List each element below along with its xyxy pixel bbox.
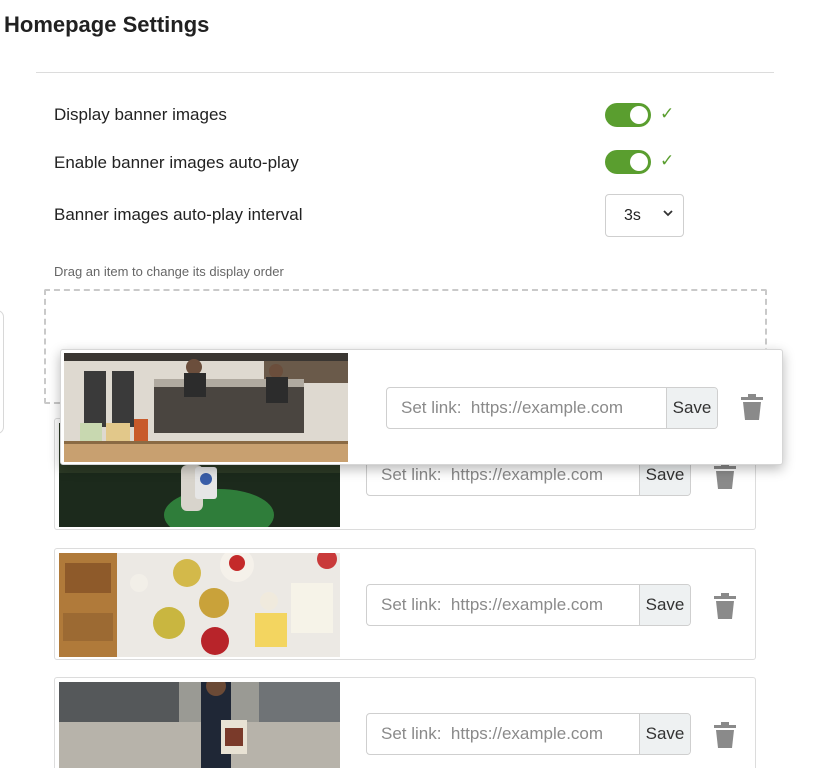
dragged-banner-item[interactable]: Save <box>60 349 783 465</box>
banner-item[interactable]: Save <box>54 548 756 660</box>
banner-item[interactable]: Save <box>54 677 756 768</box>
interval-value: 3s <box>624 207 641 224</box>
banner-link-input[interactable] <box>387 388 666 428</box>
banner-link-input[interactable] <box>367 714 639 754</box>
trash-icon[interactable] <box>713 722 737 748</box>
trash-icon[interactable] <box>740 394 764 420</box>
interval-select[interactable]: 3s <box>605 194 684 237</box>
interval-label: Banner images auto-play interval <box>54 205 303 224</box>
drag-hint: Drag an item to change its display order <box>54 264 284 279</box>
autoplay-toggle[interactable] <box>605 150 651 174</box>
save-button[interactable]: Save <box>666 388 717 428</box>
banner-link-group: Save <box>366 584 691 626</box>
page-title: Homepage Settings <box>4 12 210 37</box>
trash-icon[interactable] <box>713 593 737 619</box>
check-icon: ✓ <box>660 151 675 170</box>
chevron-down-icon <box>663 210 673 217</box>
display-banner-label: Display banner images <box>54 105 227 124</box>
trash-icon[interactable] <box>713 463 737 489</box>
banner-link-group: Save <box>386 387 718 429</box>
banner-image <box>64 353 348 462</box>
side-panel-edge <box>0 310 4 434</box>
toggle-knob <box>630 153 648 171</box>
check-icon: ✓ <box>660 104 675 123</box>
banner-image <box>59 553 340 657</box>
save-button[interactable]: Save <box>639 585 690 625</box>
save-button[interactable]: Save <box>639 714 690 754</box>
display-banner-toggle[interactable] <box>605 103 651 127</box>
toggle-knob <box>630 106 648 124</box>
autoplay-label: Enable banner images auto-play <box>54 153 299 172</box>
banner-link-group: Save <box>366 713 691 755</box>
header-divider <box>36 72 774 73</box>
banner-link-input[interactable] <box>367 585 639 625</box>
banner-image <box>59 682 340 768</box>
